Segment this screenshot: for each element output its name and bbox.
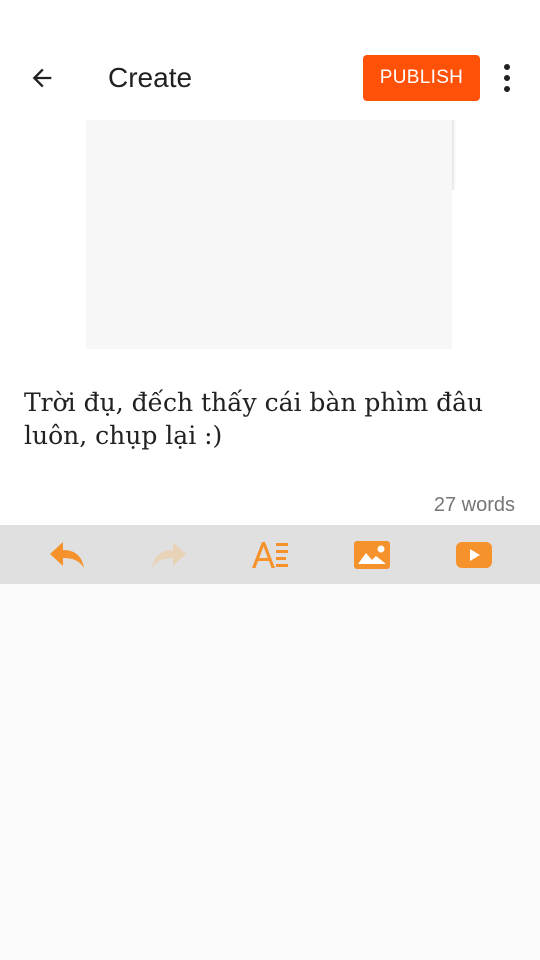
undo-icon	[50, 541, 84, 568]
more-options-icon[interactable]	[492, 58, 522, 98]
page-title: Create	[108, 62, 193, 93]
post-image[interactable]	[86, 120, 452, 349]
publish-button[interactable]: PUBLISH	[363, 55, 480, 101]
app-bar: Create PUBLISH	[0, 36, 540, 120]
formatting-toolbar	[0, 525, 540, 584]
empty-keyboard-area	[0, 584, 540, 960]
word-count: 27 words	[433, 494, 515, 516]
image-edge-shadow	[452, 120, 456, 190]
redo-icon	[152, 541, 186, 568]
undo-button[interactable]	[16, 525, 118, 584]
text-format-icon	[252, 541, 288, 568]
post-body-text[interactable]: Trời đụ, đếch thấy cái bàn phìm đâu luôn…	[24, 386, 524, 452]
insert-image-button[interactable]	[321, 525, 423, 584]
video-icon	[456, 541, 492, 568]
redo-button[interactable]	[118, 525, 220, 584]
image-icon	[354, 540, 390, 569]
back-button[interactable]	[22, 58, 62, 98]
arrow-back-icon	[32, 68, 52, 88]
status-bar	[0, 0, 540, 36]
insert-video-button[interactable]	[423, 525, 525, 584]
text-format-button[interactable]	[219, 525, 321, 584]
